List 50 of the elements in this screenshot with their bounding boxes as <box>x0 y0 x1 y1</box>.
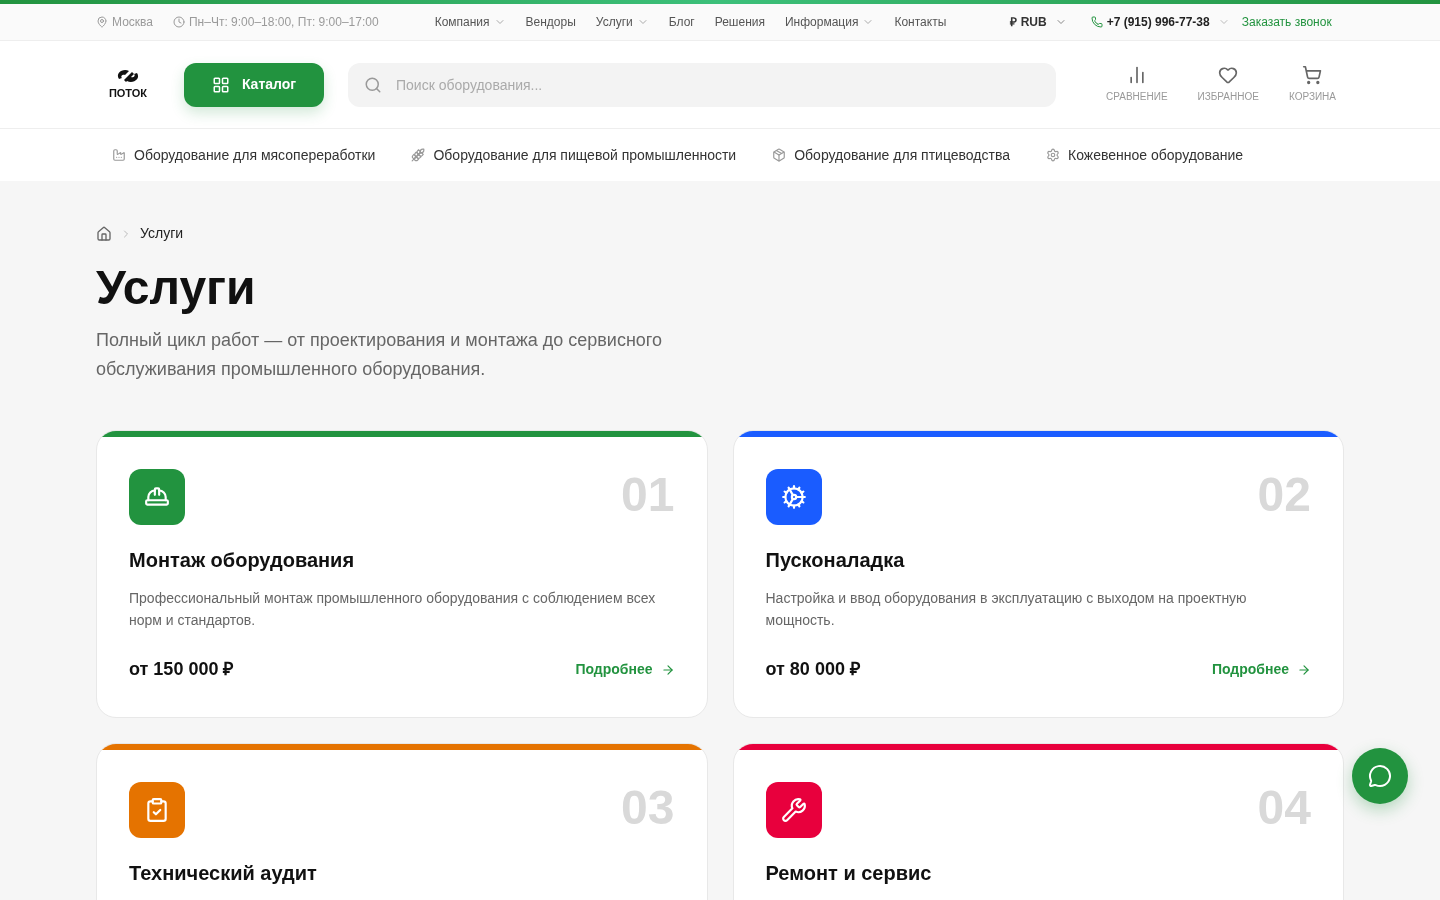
factory-icon <box>112 148 126 162</box>
phone-link[interactable]: +7 (915) 996-77-38 <box>1106 13 1210 31</box>
service-description: Профессиональный монтаж промышленного оборудования с соблюдением всех норм и стандартов. <box>129 589 657 630</box>
page-description: Полный цикл работ — от проектирования и монтажа до сервисного обслуживания промышленного оборудования. <box>96 329 664 381</box>
chat-icon <box>1368 764 1392 788</box>
heart-icon <box>1218 65 1239 85</box>
search-icon <box>364 75 382 94</box>
location-pin-icon <box>96 16 108 28</box>
service-description: Настройка и ввод оборудования в эксплуатацию с выходом на проектную мощность. <box>765 589 1248 630</box>
callback-link[interactable]: Заказать звонок <box>1241 13 1332 31</box>
home-icon[interactable] <box>96 225 112 242</box>
currency-selector[interactable]: ₽ RUB <box>1010 13 1067 31</box>
cart-icon <box>1302 65 1323 85</box>
category-link[interactable]: Оборудование для мясопереработки <box>112 144 376 166</box>
service-title: Пусконаладка <box>765 548 906 573</box>
logo-text: ПОТОК <box>108 86 148 102</box>
service-title: Ремонт и сервис <box>765 861 933 886</box>
top-menu-link[interactable]: Информация <box>784 13 875 31</box>
breadcrumb-item: Услуги <box>140 224 184 243</box>
category-link[interactable]: Кожевенное оборудование <box>1046 144 1244 166</box>
gear-icon <box>1046 148 1060 162</box>
arrow-right-icon <box>660 662 675 677</box>
search-field[interactable]: Поиск оборудования... <box>348 62 1056 107</box>
grid-icon <box>211 75 230 94</box>
service-title: Технический аудит <box>129 861 318 886</box>
top-menu-link[interactable]: Решения <box>714 13 765 31</box>
top-menu-link[interactable]: Вендоры <box>525 13 576 31</box>
phone-icon <box>1090 16 1103 28</box>
service-price: от 80 000 ₽ <box>765 658 860 681</box>
page-title: Услуги <box>96 260 257 316</box>
top-menu-link[interactable]: Компания <box>434 13 506 31</box>
top-menu-link[interactable]: Блог <box>668 13 695 31</box>
city-label: Москва <box>112 14 153 31</box>
wrench-icon <box>780 797 807 823</box>
details-link[interactable]: Подробнее <box>575 659 675 680</box>
details-link[interactable]: Подробнее <box>1211 659 1311 680</box>
category-link[interactable]: Оборудование для птицеводства <box>772 144 1010 166</box>
top-menu-link[interactable]: Контакты <box>894 13 947 31</box>
working-hours: Пн–Чт: 9:00–18:00, Пт: 9:00–17:00 <box>188 14 379 31</box>
top-menu-link[interactable]: Услуги <box>595 13 649 31</box>
catalog-button[interactable]: Каталог <box>184 62 324 107</box>
gear-icon <box>780 484 807 510</box>
service-title: Монтаж оборудования <box>129 548 356 573</box>
clipboard-check-icon <box>144 797 170 823</box>
category-link[interactable]: Оборудование для пищевой промышленности <box>411 144 737 166</box>
clock-icon <box>172 16 185 28</box>
box-icon <box>772 148 787 162</box>
chat-button[interactable] <box>1352 748 1408 804</box>
wheat-icon <box>411 148 426 162</box>
service-price: от 150 000 ₽ <box>129 658 234 681</box>
